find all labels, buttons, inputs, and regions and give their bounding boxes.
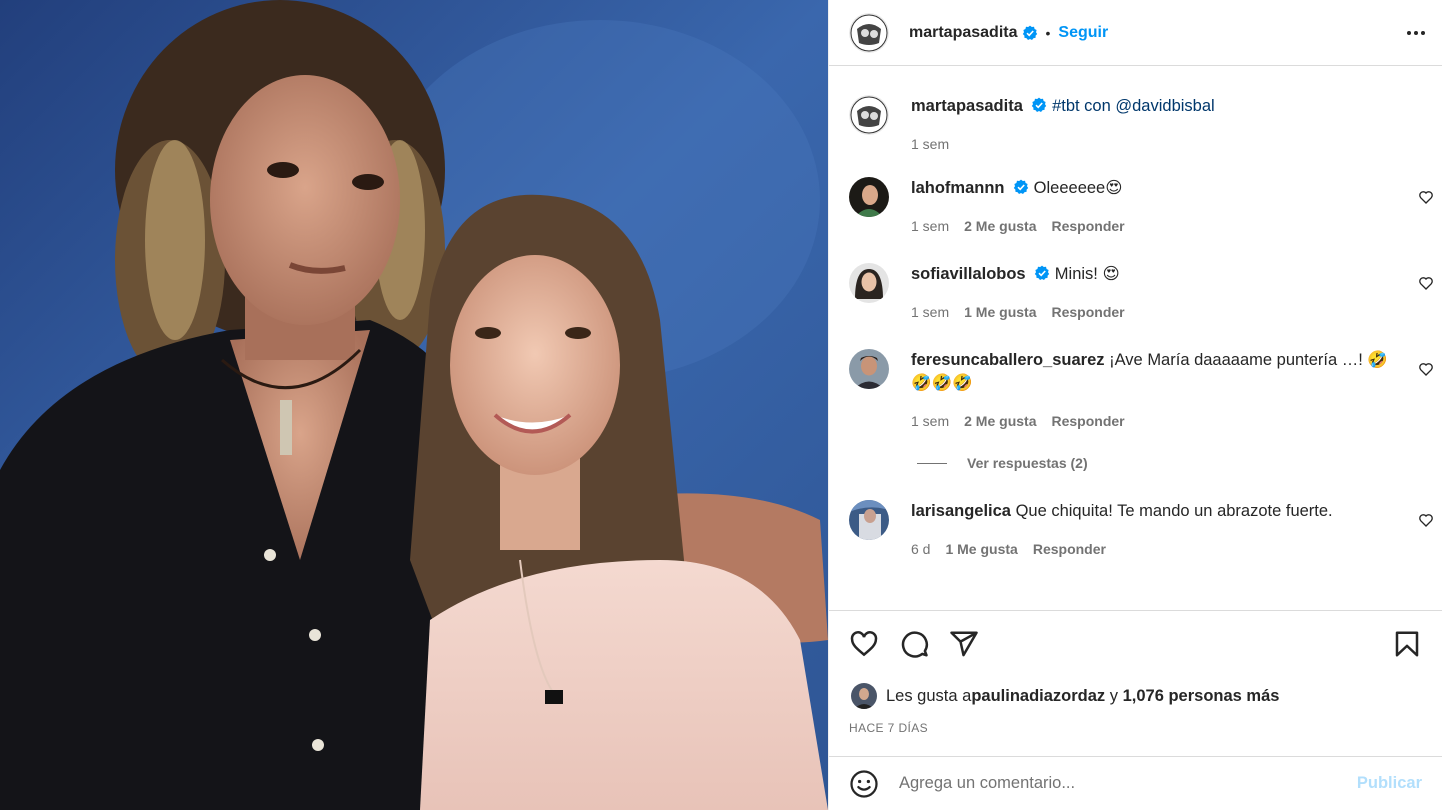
comment-item: sofiavillalobos Minis! 😍 1 sem 1 Me gust… [849, 263, 1442, 320]
likes-others-link[interactable]: 1,076 personas más [1123, 687, 1280, 706]
comment-meta: 1 sem 2 Me gusta Responder [911, 218, 1404, 234]
reply-button[interactable]: Responder [1051, 218, 1124, 234]
commenter-avatar[interactable] [849, 177, 889, 217]
comment-time[interactable]: 1 sem [911, 413, 949, 429]
reply-button[interactable]: Responder [1051, 304, 1124, 320]
comment-likes[interactable]: 1 Me gusta [945, 541, 1017, 557]
comment-username[interactable]: lahofmannn [911, 179, 1005, 197]
commenter-avatar[interactable] [849, 263, 889, 303]
commenter-avatar[interactable] [849, 349, 889, 389]
comment-input[interactable] [899, 774, 1357, 793]
comment-meta: 1 sem 1 Me gusta Responder [911, 304, 1404, 320]
caption-text: martapasadita #tbt con @davidbisbal [911, 95, 1404, 118]
caption-hashtag-text: #tbt con [1047, 97, 1116, 115]
comment-meta: 1 sem 2 Me gusta Responder [911, 413, 1404, 429]
caption-username[interactable]: martapasadita [911, 97, 1023, 115]
reply-button[interactable]: Responder [1033, 541, 1106, 557]
comment-heart-icon[interactable] [1418, 189, 1434, 205]
post-date[interactable]: HACE 7 DÍAS [849, 721, 928, 735]
comment-text: larisangelica Que chiquita! Te mando un … [911, 500, 1404, 523]
bookmark-icon[interactable] [1392, 629, 1422, 659]
comment-heart-icon[interactable] [1418, 275, 1434, 291]
post-photo[interactable] [0, 0, 828, 810]
caption-author-avatar[interactable] [849, 95, 889, 135]
add-comment-bar: Publicar [829, 756, 1442, 810]
caption-meta: 1 sem [911, 136, 1404, 152]
comment-body: Oleeeeee😍 [1029, 179, 1123, 197]
comment-time[interactable]: 6 d [911, 541, 930, 557]
publish-button[interactable]: Publicar [1357, 774, 1422, 793]
comment-body: Que chiquita! Te mando un abrazote fuert… [1010, 502, 1333, 520]
likes-middle: y [1105, 686, 1123, 705]
comment-text: feresuncaballero_suarez ¡Ave María daaaa… [911, 349, 1404, 395]
comment-meta: 6 d 1 Me gusta Responder [911, 541, 1404, 557]
comment-text: sofiavillalobos Minis! 😍 [911, 263, 1404, 286]
comments-list[interactable]: martapasadita #tbt con @davidbisbal 1 se… [829, 66, 1442, 610]
post-photo-image [0, 0, 828, 810]
verified-badge-icon [1013, 179, 1029, 194]
view-replies-label: Ver respuestas (2) [967, 455, 1088, 471]
likes-summary: Les gusta a paulinadiazordaz y 1,076 per… [851, 683, 1279, 709]
comment-username[interactable]: larisangelica [911, 502, 1011, 520]
emoji-smiley-icon[interactable] [849, 769, 879, 799]
replies-divider [917, 462, 947, 464]
comment-text: lahofmannn Oleeeeee😍 [911, 177, 1404, 200]
verified-badge-icon [1032, 97, 1047, 112]
comment-item: larisangelica Que chiquita! Te mando un … [849, 500, 1442, 557]
liker-username[interactable]: paulinadiazordaz [971, 687, 1105, 706]
heart-icon[interactable] [849, 629, 879, 659]
post-caption: martapasadita #tbt con @davidbisbal 1 se… [849, 95, 1442, 152]
comment-likes[interactable]: 2 Me gusta [964, 413, 1036, 429]
comment-bubble-icon[interactable] [899, 629, 929, 659]
header-separator: • [1045, 24, 1051, 41]
caption-time[interactable]: 1 sem [911, 136, 949, 152]
verified-badge-icon [1022, 25, 1037, 40]
comment-body: Minis! 😍 [1050, 265, 1120, 283]
post-modal: martapasadita • Seguir martapasadita #tb… [0, 0, 1442, 810]
author-avatar[interactable] [849, 12, 889, 53]
commenter-avatar[interactable] [849, 500, 889, 540]
paper-plane-icon[interactable] [949, 629, 979, 659]
reply-button[interactable]: Responder [1051, 413, 1124, 429]
comment-username[interactable]: feresuncaballero_suarez [911, 351, 1105, 369]
more-options-icon[interactable] [1404, 21, 1428, 45]
view-replies-button[interactable]: Ver respuestas (2) [917, 455, 1442, 471]
verified-badge-icon [1035, 265, 1050, 280]
action-bar [849, 629, 1422, 659]
liker-avatar[interactable] [851, 683, 877, 709]
comment-time[interactable]: 1 sem [911, 218, 949, 234]
comment-heart-icon[interactable] [1418, 361, 1434, 377]
comment-username[interactable]: sofiavillalobos [911, 265, 1026, 283]
caption-mention-link[interactable]: @davidbisbal [1115, 97, 1214, 115]
likes-prefix: Les gusta a [886, 686, 972, 705]
author-username[interactable]: martapasadita [909, 24, 1018, 42]
comment-item: feresuncaballero_suarez ¡Ave María daaaa… [849, 349, 1442, 429]
post-header: martapasadita • Seguir [829, 0, 1442, 66]
comment-time[interactable]: 1 sem [911, 304, 949, 320]
post-side-panel: martapasadita • Seguir martapasadita #tb… [828, 0, 1442, 810]
follow-button[interactable]: Seguir [1058, 24, 1108, 42]
post-actions: Les gusta a paulinadiazordaz y 1,076 per… [829, 610, 1442, 756]
comment-likes[interactable]: 1 Me gusta [964, 304, 1036, 320]
comment-likes[interactable]: 2 Me gusta [964, 218, 1036, 234]
comment-item: lahofmannn Oleeeeee😍 1 sem 2 Me gusta Re… [849, 177, 1442, 234]
comment-heart-icon[interactable] [1418, 512, 1434, 528]
